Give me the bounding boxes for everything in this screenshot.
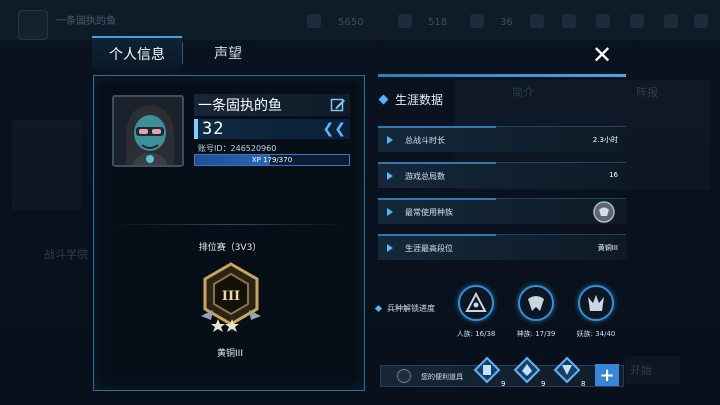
- stat-row-favorite-race[interactable]: 最常使用种族: [378, 198, 626, 224]
- stat-label: 生涯最高段位: [405, 244, 453, 253]
- item-slot-3-icon[interactable]: [554, 357, 580, 383]
- unit-unlock-label: 兵种解锁进度: [374, 303, 435, 314]
- race-emblem-icon: [593, 201, 615, 223]
- rank-mode-label: 排位赛（3V3）: [198, 243, 262, 253]
- race-demon[interactable]: [578, 285, 618, 325]
- rank-name: 黄铜III: [217, 349, 243, 359]
- play-arrow-icon: [387, 244, 393, 252]
- tab-reputation[interactable]: 声望: [183, 36, 273, 70]
- player-name-row: 一条固执的鱼: [194, 94, 350, 116]
- play-arrow-icon: [387, 172, 393, 180]
- background-label-academy: 战斗学院: [44, 248, 88, 261]
- race-demon-caption: 妖族: 34/40: [576, 330, 616, 338]
- unit-unlock-text: 兵种解锁进度: [387, 304, 435, 313]
- stat-row-total-time[interactable]: 总战斗时长 2.3小时: [378, 126, 626, 152]
- profile-tabs: 个人信息 声望: [92, 36, 273, 70]
- player-level: 32: [202, 119, 225, 139]
- item-slot-3-count: 8: [581, 380, 586, 388]
- stat-row-accent: [378, 162, 496, 164]
- career-section-header: 生涯数据: [376, 91, 443, 108]
- play-arrow-icon: [387, 208, 393, 216]
- xp-progress-bar: XP 179/370: [194, 154, 350, 166]
- rank-numeral: III: [222, 289, 240, 304]
- menu-icon: [694, 14, 708, 28]
- background-side-panel: [12, 120, 82, 210]
- stat-row-total-games[interactable]: 游戏总局数 16: [378, 162, 626, 188]
- background-label-intro: 简介: [512, 86, 534, 99]
- background-avatar: [18, 10, 48, 40]
- coin-icon: [307, 14, 321, 28]
- level-bar: 32 ❮❮: [194, 119, 350, 139]
- diamond-bullet-icon: [374, 304, 383, 313]
- stat-value: 黄铜III: [597, 244, 618, 252]
- close-button[interactable]: ✕: [586, 40, 618, 70]
- protoss-race-icon: [528, 296, 544, 311]
- wifi-icon: [664, 14, 678, 28]
- xp-text: XP 179/370: [251, 156, 293, 164]
- tab-personal-info[interactable]: 个人信息: [92, 36, 182, 70]
- player-name: 一条固执的鱼: [198, 98, 282, 114]
- shield-icon: [562, 14, 576, 28]
- item-slot-2-count: 9: [541, 380, 546, 388]
- mail-icon: [596, 14, 610, 28]
- rank-badge-icon[interactable]: III: [199, 262, 263, 332]
- background-title: 一条固执的鱼: [56, 16, 116, 27]
- gear-icon: [397, 369, 411, 383]
- career-title: 生涯数据: [395, 93, 444, 107]
- stat-label: 总战斗时长: [405, 136, 445, 145]
- item-slot-1-icon[interactable]: [474, 357, 500, 383]
- career-header-underline: [378, 74, 626, 77]
- race-protoss[interactable]: [518, 285, 558, 325]
- avatar[interactable]: [112, 95, 184, 167]
- profile-card: 一条固执的鱼 32 ❮❮ 账号ID：246520960 XP 179/370 排…: [93, 75, 365, 391]
- close-icon: ✕: [591, 41, 613, 69]
- stat-row-highest-rank[interactable]: 生涯最高段位 黄铜III: [378, 234, 626, 260]
- stat-label: 最常使用种族: [405, 208, 453, 217]
- stat-row-accent: [378, 126, 496, 128]
- race-human-caption: 人族: 16/38: [456, 330, 496, 338]
- race-protoss-caption: 神族: 17/39: [516, 330, 556, 338]
- item-slot-1-count: 9: [501, 380, 506, 388]
- player-portrait-icon: [114, 97, 182, 165]
- background-stat-energy: 36: [500, 17, 513, 28]
- play-arrow-icon: [387, 136, 393, 144]
- add-item-button[interactable]: +: [595, 364, 619, 386]
- plus-icon: [530, 14, 544, 28]
- stat-label: 游戏总局数: [405, 172, 445, 181]
- account-id: 账号ID：246520960: [198, 144, 277, 153]
- energy-icon: [470, 14, 484, 28]
- item-slot-2-icon[interactable]: [514, 357, 540, 383]
- plus-icon: +: [599, 364, 615, 386]
- profile-divider: [112, 224, 348, 225]
- settings-icon: [630, 14, 644, 28]
- edit-name-icon[interactable]: [330, 97, 346, 113]
- race-human[interactable]: [458, 285, 498, 325]
- stat-row-accent: [378, 198, 496, 200]
- diamond-bullet-icon: [378, 94, 389, 105]
- background-stat-coins: 5650: [338, 17, 364, 28]
- stat-row-accent: [378, 234, 496, 236]
- double-chevron-left-icon: ❮❮: [322, 121, 346, 137]
- background-label-report: 阵报: [636, 86, 658, 99]
- demon-race-icon: [588, 295, 604, 311]
- stat-value: 2.3小时: [592, 136, 618, 144]
- stat-value: 16: [609, 171, 618, 179]
- human-race-icon: [465, 291, 487, 312]
- convenience-items-label: 您的便利道具: [421, 373, 463, 381]
- background-label-start: 开始: [630, 364, 652, 377]
- gem-icon: [398, 14, 412, 28]
- background-stat-gems: 518: [428, 17, 448, 28]
